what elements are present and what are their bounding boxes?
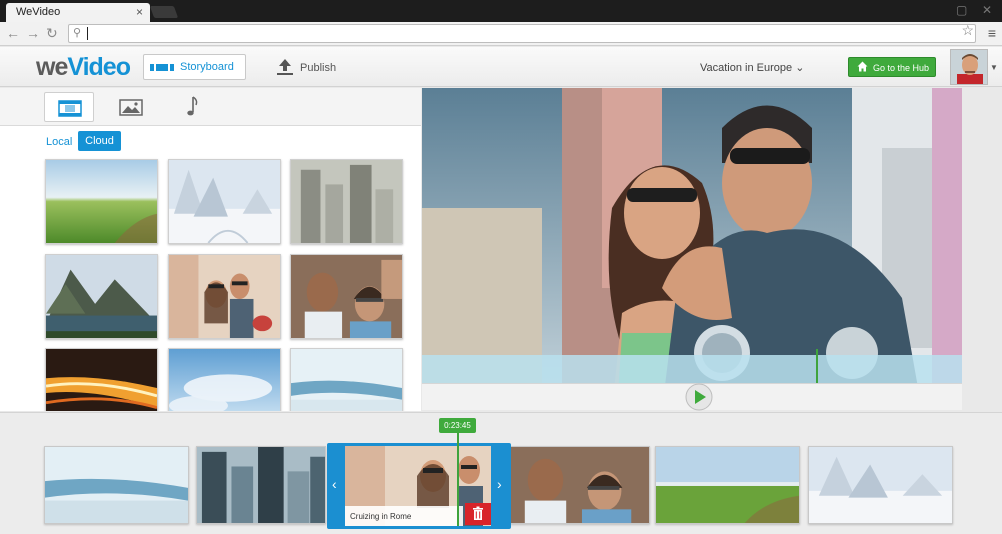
hub-label: Go to the Hub [873, 63, 930, 73]
timeline-playhead[interactable] [457, 433, 459, 526]
source-cloud-toggle[interactable]: Cloud [78, 131, 121, 151]
clip-title: Cruizing in Rome [345, 506, 463, 526]
wevideo-logo[interactable]: weVideo [36, 53, 131, 82]
media-thumbnail[interactable] [290, 159, 403, 244]
tab-close-icon[interactable]: × [136, 5, 143, 19]
chevron-right-icon[interactable]: › [497, 476, 502, 492]
media-thumbnail[interactable] [290, 254, 403, 339]
project-name: Vacation in Europe [700, 62, 793, 74]
media-thumbnail[interactable] [168, 159, 281, 244]
browser-tab[interactable]: WeVideo × [6, 3, 150, 22]
preview-playhead-marker[interactable] [816, 349, 818, 383]
play-button[interactable] [683, 383, 715, 411]
storyboard-icon [150, 64, 174, 71]
film-icon [58, 100, 82, 117]
project-selector[interactable]: Vacation in Europe ⌄ [700, 61, 804, 74]
tab-title: WeVideo [16, 6, 61, 18]
preview-scrub-bar[interactable] [422, 355, 962, 383]
app-header: weVideo Storyboard Publish Vacation in E… [0, 47, 1002, 87]
user-avatar[interactable] [950, 49, 988, 85]
delete-clip-button[interactable] [465, 503, 491, 525]
reload-icon[interactable]: ↻ [46, 25, 58, 42]
media-thumbnail[interactable] [45, 159, 158, 244]
minimize-icon[interactable]: ▢ [956, 3, 967, 17]
timeline-clip[interactable] [510, 446, 650, 524]
media-thumbnail[interactable] [45, 348, 158, 411]
publish-button[interactable]: Publish [270, 55, 350, 81]
browser-titlebar: WeVideo × ▢ ✕ [0, 0, 1002, 22]
upload-icon [277, 59, 293, 75]
storyboard-label: Storyboard [180, 61, 234, 73]
close-window-icon[interactable]: ✕ [982, 3, 992, 17]
chevron-down-icon: ⌄ [795, 62, 805, 74]
timeline-clip[interactable] [196, 446, 326, 524]
back-icon[interactable]: ← [6, 25, 20, 41]
go-to-hub-button[interactable]: Go to the Hub [848, 57, 936, 77]
text-caret [87, 27, 88, 40]
media-type-tabs [0, 88, 421, 126]
media-thumbnail[interactable] [290, 348, 403, 411]
time-badge: 0:23:45 [439, 418, 476, 433]
tab-audio[interactable] [168, 92, 218, 122]
star-icon[interactable]: ☆ [961, 22, 974, 39]
media-thumbnail[interactable] [45, 254, 158, 339]
tab-video[interactable] [44, 92, 94, 122]
play-icon [685, 383, 713, 411]
trash-icon [473, 506, 483, 520]
browser-toolbar: ← → ↻ ⚲ ☆ ≡ [0, 22, 1002, 46]
menu-icon[interactable]: ≡ [988, 25, 996, 41]
music-note-icon [187, 96, 198, 116]
storyboard-button[interactable]: Storyboard [143, 54, 246, 80]
timeline-clip[interactable] [808, 446, 953, 524]
account-menu-arrow-icon[interactable]: ▼ [990, 63, 998, 72]
forward-icon[interactable]: → [26, 25, 40, 41]
new-tab-button[interactable] [149, 6, 179, 18]
image-icon [119, 99, 143, 116]
chevron-left-icon[interactable]: ‹ [332, 476, 337, 492]
home-icon [857, 61, 868, 72]
media-thumbnail[interactable] [168, 254, 281, 339]
timeline-clip[interactable] [655, 446, 800, 524]
publish-label: Publish [300, 62, 337, 74]
media-thumbnail[interactable] [168, 348, 281, 411]
timeline-clip[interactable] [44, 446, 189, 524]
search-icon: ⚲ [73, 27, 82, 39]
media-library: Local Cloud [0, 126, 421, 411]
source-local-toggle[interactable]: Local [46, 136, 72, 148]
tab-images[interactable] [106, 92, 156, 122]
address-bar[interactable]: ⚲ [68, 24, 976, 43]
